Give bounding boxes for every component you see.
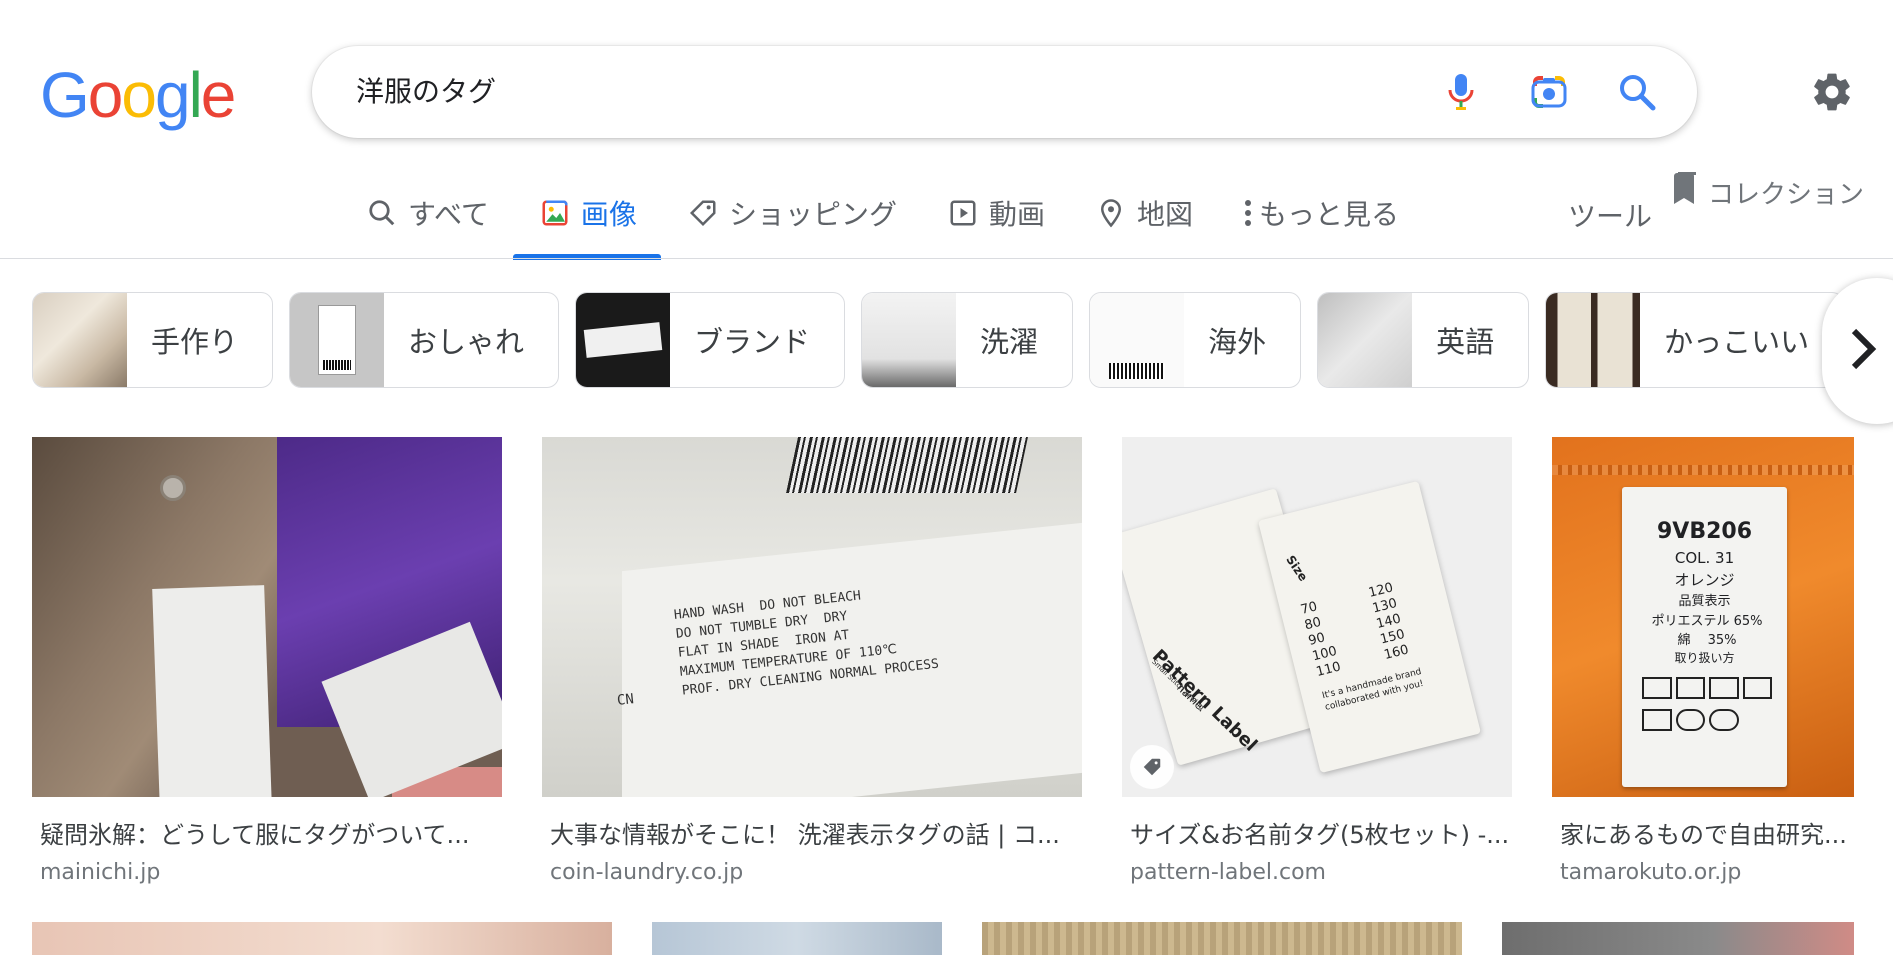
care-quality: 品質表示 [1678, 594, 1731, 609]
result-title[interactable]: サイズ&お名前タグ(5枚セット) -... [1122, 815, 1512, 850]
location-pin-icon [1093, 195, 1129, 231]
tools-button[interactable]: ツール [1568, 195, 1652, 235]
image-result-partial[interactable] [652, 922, 942, 955]
image-result[interactable]: HAND WASH DO NOT BLEACH DO NOT TUMBLE DR… [542, 437, 1082, 885]
result-image[interactable]: 9VB206 COL. 31 オレンジ 品質表示 ポリエステル 65% 綿 35… [1552, 437, 1854, 797]
search-box[interactable]: 洋服のタグ [312, 46, 1697, 138]
result-title[interactable]: 大事な情報がそこに！ 洗濯表示タグの話 | コ... [542, 815, 1082, 850]
search-icon[interactable] [1617, 72, 1657, 112]
header-divider [0, 258, 1893, 259]
chip-thumbnail [290, 293, 385, 387]
chip-english[interactable]: 英語 [1317, 292, 1530, 388]
shopping-tag-badge [1130, 745, 1174, 789]
search-icon [364, 195, 400, 231]
collection-label: コレクション [1708, 180, 1865, 210]
microphone-icon[interactable] [1441, 72, 1481, 112]
chip-cool[interactable]: かっこいい [1545, 292, 1845, 388]
more-vert-icon [1241, 195, 1255, 231]
care-symbols [1642, 677, 1772, 737]
related-chips: 手作り おしゃれ ブランド 洗濯 海外 英語 かっこいい [32, 292, 1845, 390]
image-result-partial[interactable] [32, 922, 612, 955]
result-image[interactable]: Pattern Label Small Stitch Sewing name. … [1122, 437, 1512, 797]
care-color: オレンジ [1674, 571, 1735, 589]
chip-laundry[interactable]: 洗濯 [861, 292, 1074, 388]
chip-brand[interactable]: ブランド [575, 292, 846, 388]
result-image[interactable]: HAND WASH DO NOT BLEACH DO NOT TUMBLE DR… [542, 437, 1082, 797]
image-result[interactable]: 9VB206 COL. 31 オレンジ 品質表示 ポリエステル 65% 綿 35… [1552, 437, 1854, 885]
tag-icon [685, 195, 721, 231]
chip-handmade[interactable]: 手作り [32, 292, 274, 388]
tab-more[interactable]: もっと見る [1217, 175, 1423, 250]
chip-thumbnail [1090, 293, 1185, 387]
chips-next-button[interactable] [1822, 278, 1893, 424]
result-source[interactable]: mainichi.jp [32, 860, 502, 885]
settings-gear-icon[interactable] [1810, 70, 1854, 114]
search-input[interactable]: 洋服のタグ [356, 46, 496, 138]
size-options-right: 120 130 140 150 160 [1367, 580, 1411, 664]
result-title[interactable]: 家にあるもので自由研究... [1552, 815, 1854, 850]
google-logo-text: Google [40, 59, 236, 131]
image-result[interactable]: 疑問氷解：どうして服にタグがついて... mainichi.jp [32, 437, 502, 885]
google-logo[interactable]: Google [40, 59, 236, 131]
image-result-partial[interactable] [1502, 922, 1854, 955]
care-col: COL. 31 [1674, 549, 1735, 567]
image-icon [537, 195, 573, 231]
chip-stylish[interactable]: おしゃれ [289, 292, 560, 388]
result-image[interactable] [32, 437, 502, 797]
tab-videos[interactable]: 動画 [921, 175, 1069, 250]
camera-lens-icon[interactable] [1529, 72, 1569, 112]
image-result[interactable]: Pattern Label Small Stitch Sewing name. … [1122, 437, 1512, 885]
chip-thumbnail [576, 293, 671, 387]
care-instructions: 取り扱い方 [1674, 651, 1735, 665]
result-source[interactable]: coin-laundry.co.jp [542, 860, 1082, 885]
chip-thumbnail [1546, 293, 1641, 387]
bookmark-icon [1672, 172, 1698, 213]
tab-shopping[interactable]: ショッピング [661, 175, 921, 250]
result-title[interactable]: 疑問氷解：どうして服にタグがついて... [32, 815, 502, 850]
size-options-left: 70 80 90 100 110 [1299, 599, 1343, 680]
chip-thumbnail [33, 293, 127, 387]
chip-overseas[interactable]: 海外 [1089, 292, 1302, 388]
result-source[interactable]: tamarokuto.or.jp [1552, 860, 1854, 885]
play-icon [945, 195, 981, 231]
chip-thumbnail [862, 293, 957, 387]
care-code: 9VB206 [1656, 519, 1753, 544]
result-source[interactable]: pattern-label.com [1122, 860, 1512, 885]
tab-images[interactable]: 画像 [512, 175, 661, 260]
care-label-cn: CN [616, 691, 635, 709]
tab-all[interactable]: すべて [340, 175, 513, 250]
chip-thumbnail [1318, 293, 1413, 387]
collection-button[interactable]: コレクション [1672, 172, 1864, 213]
chevron-right-icon [1848, 327, 1878, 375]
size-label: Size [1283, 552, 1311, 584]
care-cotton: 綿 35% [1677, 633, 1737, 648]
search-tabs: すべて 画像 ショッピング 動画 地図 もっと見る [340, 175, 1423, 260]
tab-maps[interactable]: 地図 [1069, 175, 1217, 250]
pattern-label-brand: Pattern Label [1148, 645, 1262, 756]
care-polyester: ポリエステル 65% [1651, 614, 1763, 629]
image-result-partial[interactable] [982, 922, 1462, 955]
